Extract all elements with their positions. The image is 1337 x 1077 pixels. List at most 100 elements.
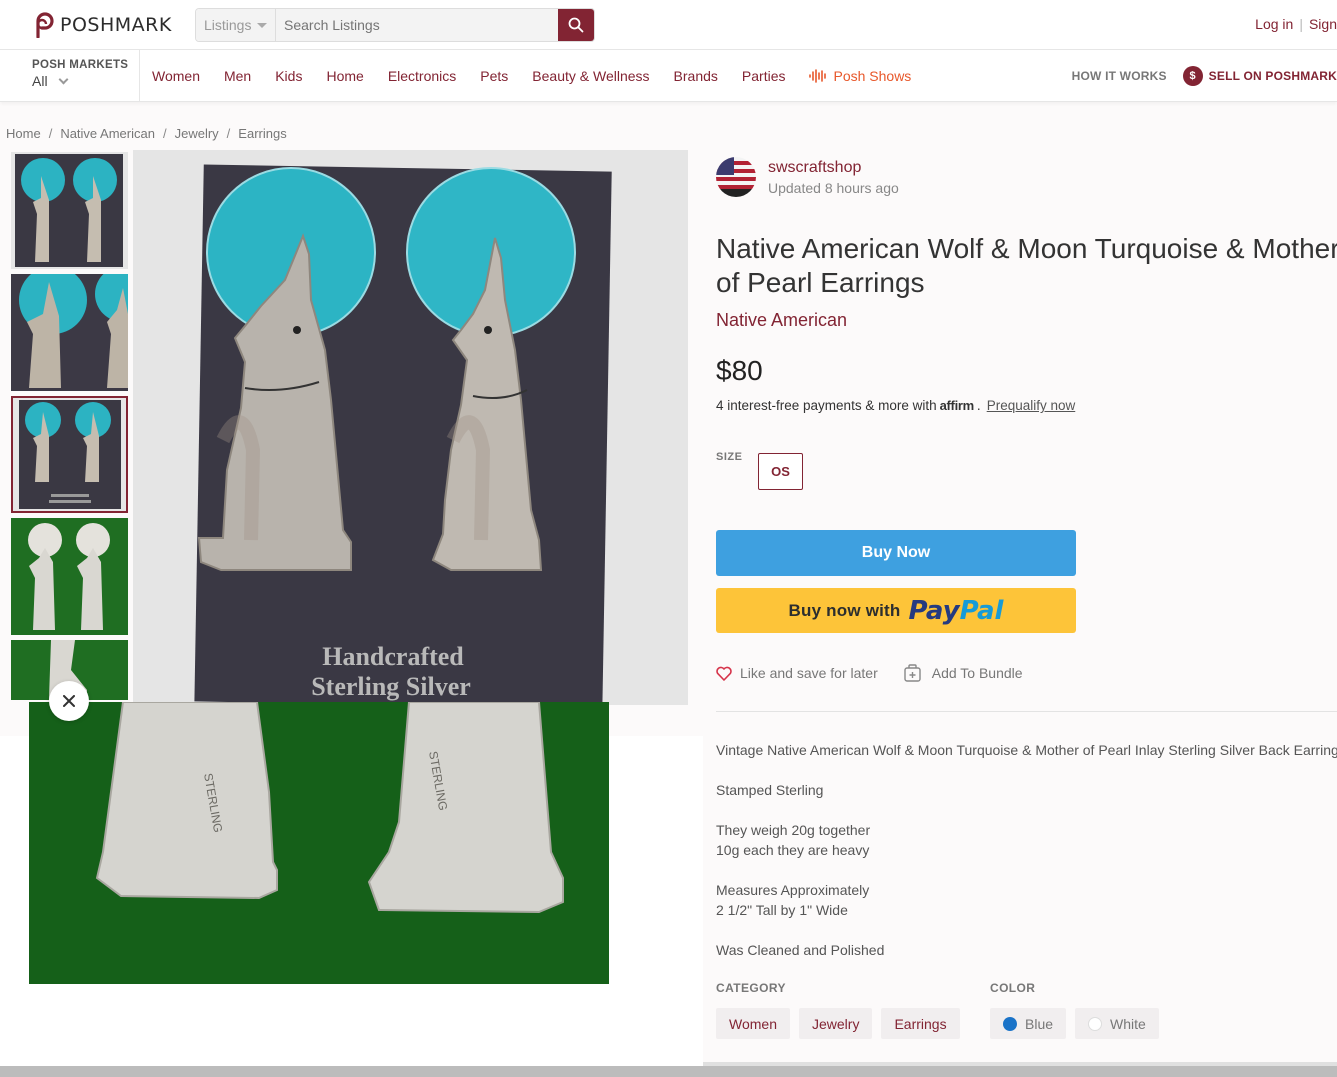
search-scope-select[interactable]: Listings [196, 9, 276, 41]
breadcrumb: Home / Native American / Jewelry / Earri… [6, 126, 287, 141]
card-text-line2: Sterling Silver [311, 672, 471, 701]
color-chip-label: Blue [1025, 1015, 1054, 1032]
seller-info: swscraftshop Updated 8 hours ago [716, 157, 899, 197]
affirm-period: . [976, 398, 981, 413]
thumbnail-3-selected[interactable] [11, 396, 128, 513]
nav-link-kids[interactable]: Kids [275, 68, 302, 84]
bundle-label: Add To Bundle [931, 665, 1023, 681]
listing-title: Native American Wolf & Moon Turquoise & … [716, 232, 1337, 300]
buy-now-button[interactable]: Buy Now [716, 530, 1076, 576]
thumbnail-4[interactable] [11, 518, 128, 635]
description-line: Vintage Native American Wolf & Moon Turq… [716, 742, 1337, 758]
posh-shows-label: Posh Shows [833, 68, 912, 84]
description-line: They weigh 20g together [716, 822, 871, 838]
search-scope-label: Listings [204, 17, 252, 33]
like-button[interactable]: Like and save for later [716, 664, 878, 682]
listing-description: Vintage Native American Wolf & Moon Turq… [716, 740, 1337, 980]
social-actions: Like and save for later Add To Bundle [716, 664, 1023, 682]
like-label: Like and save for later [740, 665, 878, 681]
earrings-back-photo: STERLING STERLING [29, 702, 609, 984]
nav-link-home[interactable]: Home [326, 68, 363, 84]
color-swatch-white [1088, 1016, 1103, 1031]
description-line: 10g each they are heavy [716, 842, 870, 858]
listing-title-line1: Native American Wolf & Moon Turquoise & … [716, 233, 1337, 264]
color-chip-blue[interactable]: Blue [990, 1008, 1067, 1039]
nav-link-men[interactable]: Men [224, 68, 251, 84]
thumbnail-1[interactable] [11, 152, 128, 269]
size-option-os[interactable]: OS [758, 453, 803, 490]
thumbnail-strip [11, 152, 129, 700]
breadcrumb-separator: / [162, 126, 167, 141]
posh-markets-title: POSH MARKETS [32, 59, 129, 71]
sell-label: SELL ON POSHMARK [1208, 69, 1337, 83]
sell-on-poshmark-link[interactable]: $ SELL ON POSHMARK [1182, 66, 1337, 86]
how-it-works-link[interactable]: HOW IT WORKS [1072, 69, 1167, 83]
breadcrumb-earrings[interactable]: Earrings [238, 126, 286, 141]
search-input[interactable] [276, 9, 558, 41]
search-icon [568, 17, 584, 33]
nav-link-parties[interactable]: Parties [742, 68, 786, 84]
nav-right: HOW IT WORKS $ SELL ON POSHMARK [1072, 50, 1337, 102]
flag-avatar-image [716, 157, 756, 197]
dollar-icon: $ [1182, 66, 1203, 86]
nav-link-women[interactable]: Women [152, 68, 200, 84]
thumbnail-image [11, 518, 128, 635]
live-waveform-icon [809, 69, 827, 83]
add-to-bundle-button[interactable]: Add To Bundle [904, 664, 1023, 682]
seller-name[interactable]: swscraftshop [768, 159, 899, 177]
paypal-logo: PayPal [909, 596, 1004, 626]
search-bar: Listings [195, 8, 595, 42]
color-chip-white[interactable]: White [1075, 1008, 1159, 1039]
breadcrumb-separator: / [226, 126, 231, 141]
description-group: They weigh 20g together 10g each they ar… [716, 820, 1337, 860]
main-product-image[interactable]: Handcrafted Sterling Silver [133, 150, 688, 705]
poshmark-logo[interactable]: POSHMARK [32, 12, 172, 38]
breadcrumb-native-american[interactable]: Native American [60, 126, 155, 141]
search-button[interactable] [558, 9, 594, 41]
description-group: Measures Approximately 2 1/2" Tall by 1"… [716, 880, 1337, 920]
nav-link-beauty-wellness[interactable]: Beauty & Wellness [532, 68, 649, 84]
description-line: Stamped Sterling [716, 782, 824, 798]
category-chip-jewelry[interactable]: Jewelry [798, 1008, 873, 1039]
login-link[interactable]: Log in [1255, 16, 1293, 32]
earrings-photo: Handcrafted Sterling Silver [133, 150, 688, 705]
paypal-button[interactable]: Buy now with PayPal [716, 588, 1076, 633]
category-chip-earrings[interactable]: Earrings [881, 1008, 960, 1039]
description-line: 2 1/2" Tall by 1" Wide [716, 902, 848, 918]
thumbnail-image [11, 152, 128, 269]
divider [716, 711, 1337, 712]
breadcrumb-home[interactable]: Home [6, 126, 41, 141]
posh-markets-select[interactable]: POSH MARKETS All [0, 50, 140, 102]
color-chips: Blue White [990, 1008, 1159, 1039]
bundle-icon [904, 664, 921, 682]
top-header: POSHMARK Listings Log in | Sign [0, 0, 1337, 50]
footer-strip [0, 1066, 1337, 1077]
affirm-text: 4 interest-free payments & more with [716, 398, 937, 413]
thumbnail-2[interactable] [11, 274, 128, 391]
caret-down-icon [257, 22, 268, 28]
avatar[interactable] [716, 157, 756, 197]
breadcrumb-jewelry[interactable]: Jewelry [175, 126, 219, 141]
listing-brand[interactable]: Native American [716, 310, 847, 331]
color-swatch-blue [1003, 1016, 1017, 1031]
description-line: Measures Approximately [716, 882, 870, 898]
listing-price: $80 [716, 355, 763, 386]
nav-link-posh-shows[interactable]: Posh Shows [809, 68, 911, 84]
affirm-logo: affirm [939, 398, 975, 413]
nav-links: Women Men Kids Home Electronics Pets Bea… [152, 50, 911, 102]
card-text-line1: Handcrafted [322, 642, 464, 671]
nav-link-electronics[interactable]: Electronics [388, 68, 456, 84]
updated-time: Updated 8 hours ago [768, 179, 899, 196]
auth-separator: | [1299, 16, 1303, 32]
signup-link[interactable]: Sign [1309, 16, 1337, 32]
close-button[interactable] [49, 681, 89, 721]
category-chip-women[interactable]: Women [716, 1008, 790, 1039]
nav-link-pets[interactable]: Pets [480, 68, 508, 84]
paypal-lead-text: Buy now with [788, 600, 901, 620]
prequalify-link[interactable]: Prequalify now [987, 398, 1076, 413]
zoomed-image-overlay[interactable]: STERLING STERLING [29, 702, 609, 984]
nav-link-brands[interactable]: Brands [674, 68, 718, 84]
posh-markets-value: All [32, 73, 48, 89]
breadcrumb-separator: / [48, 126, 53, 141]
color-chip-label: White [1110, 1015, 1146, 1032]
